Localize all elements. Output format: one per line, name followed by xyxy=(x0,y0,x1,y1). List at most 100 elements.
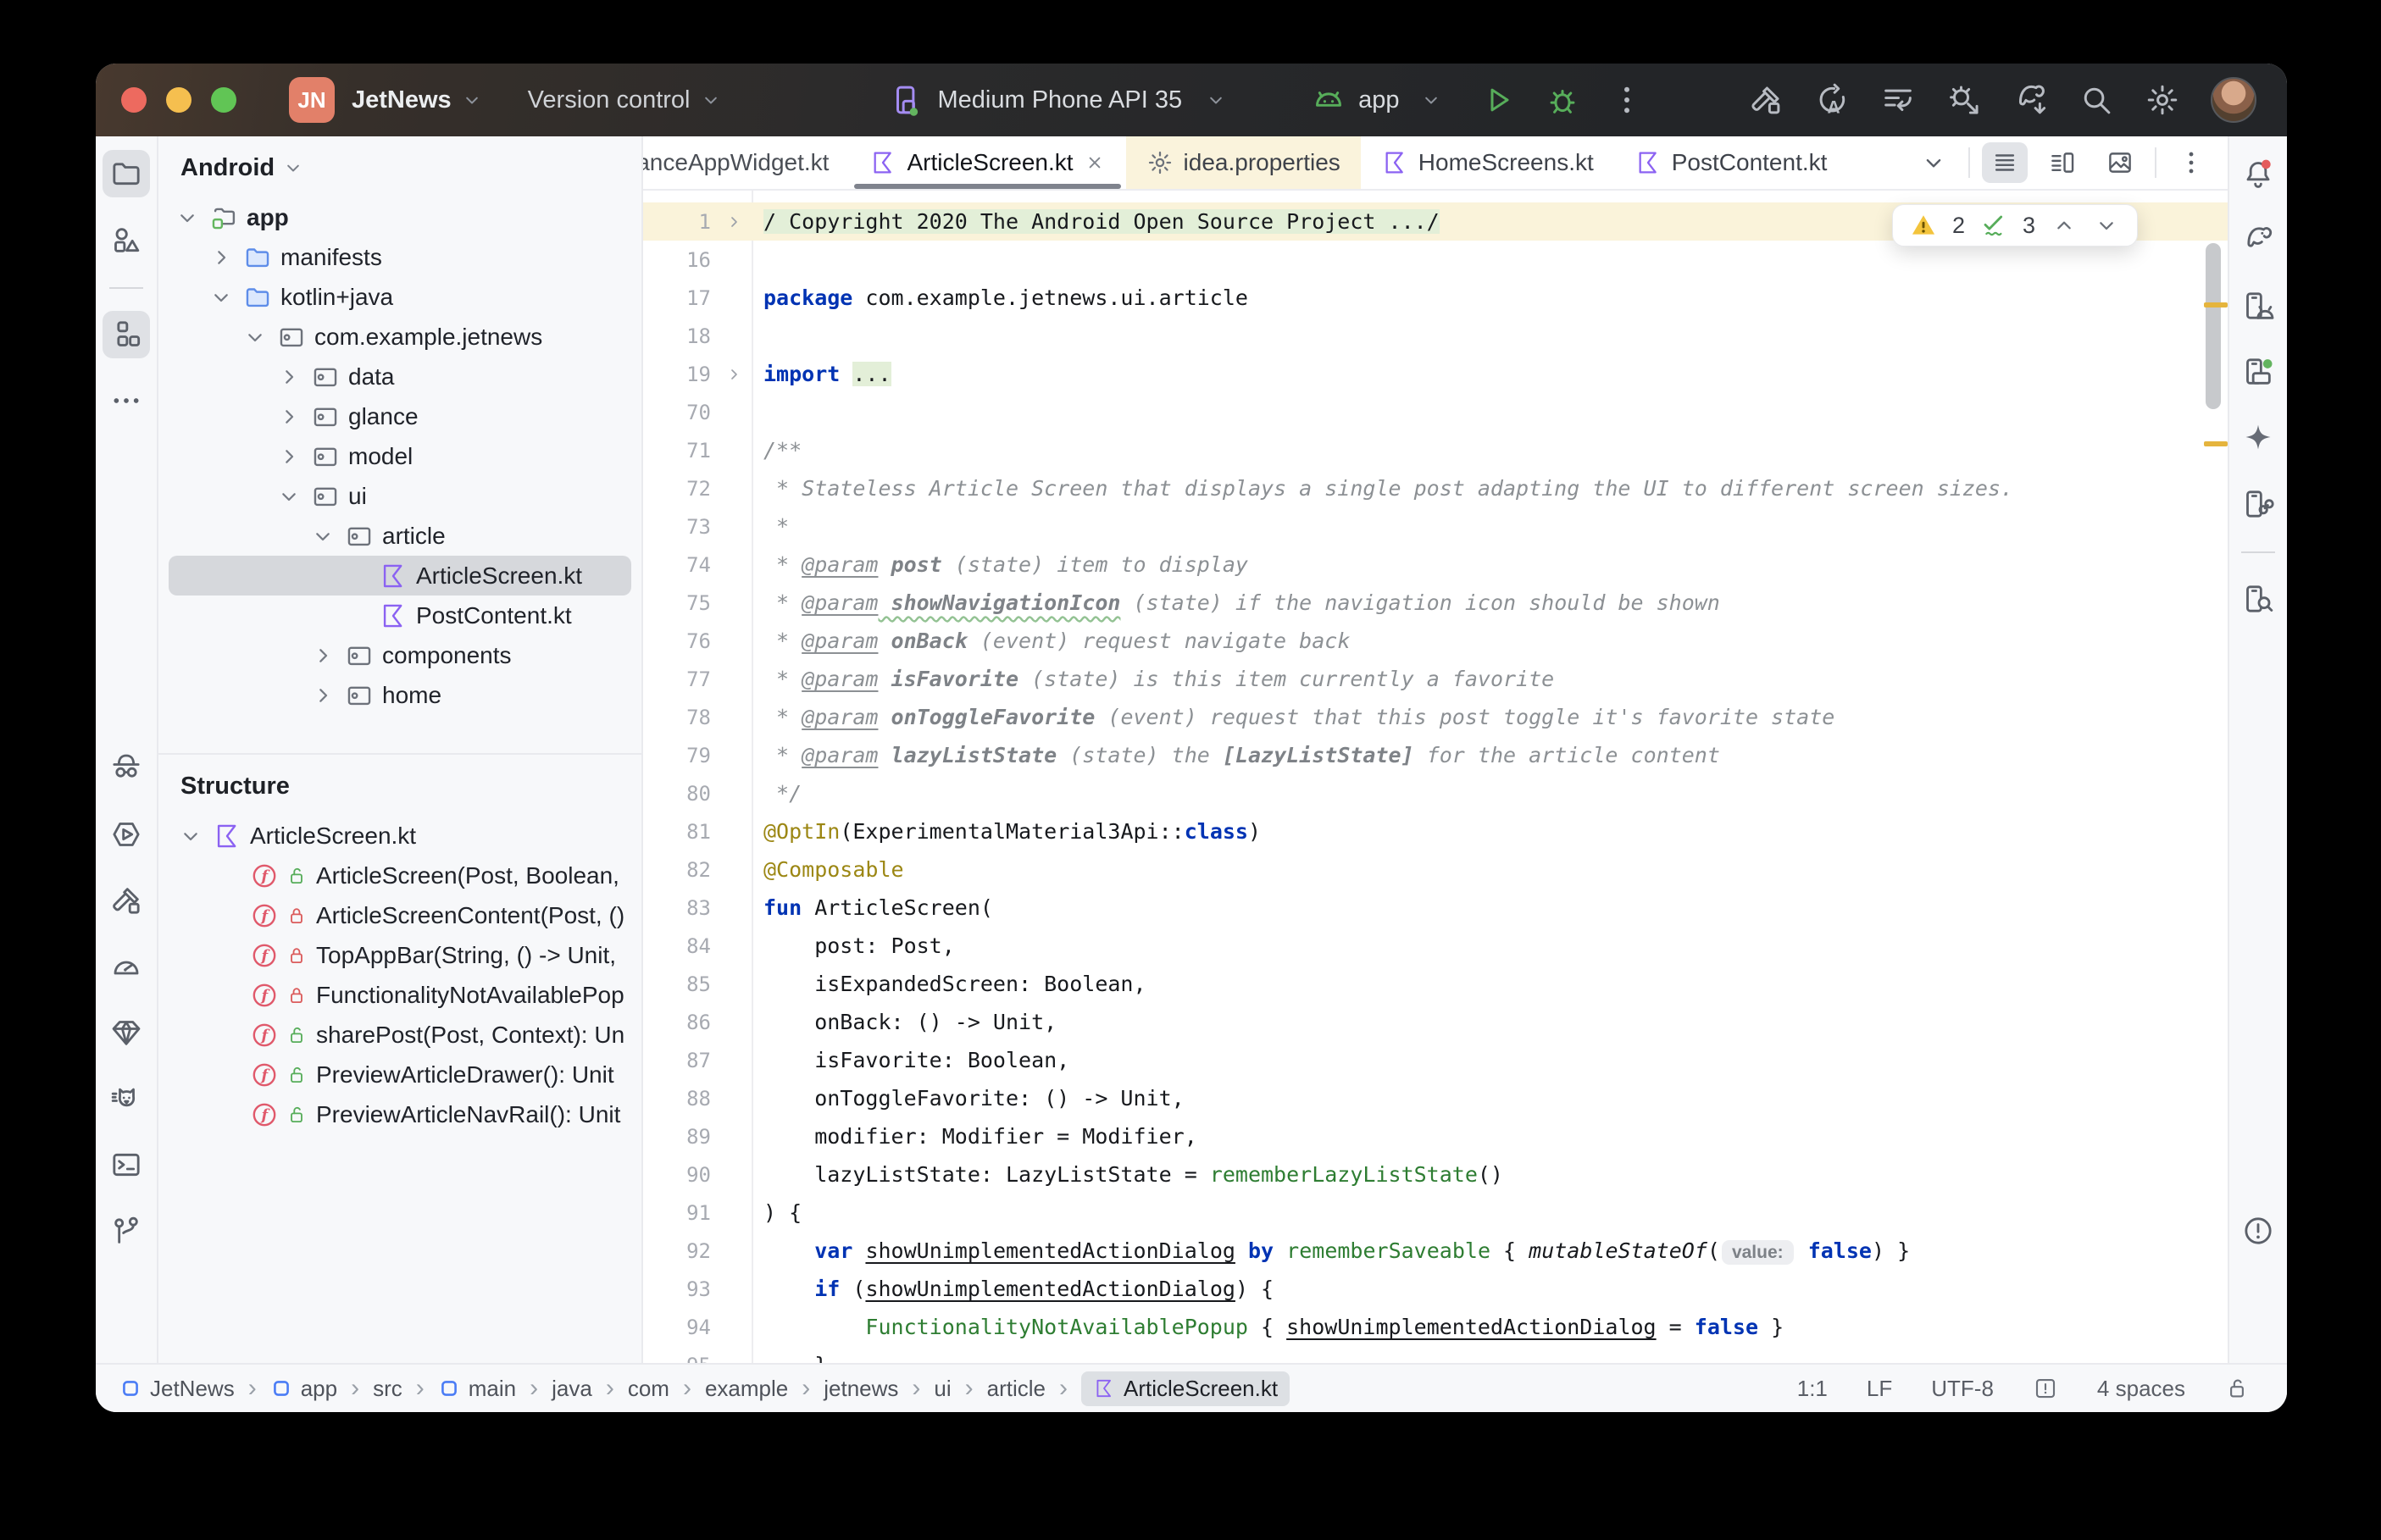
run-play-icon[interactable] xyxy=(1480,82,1516,118)
split-editor-button[interactable] xyxy=(2040,142,2085,183)
minimize-window-button[interactable] xyxy=(166,87,191,113)
close-window-button[interactable] xyxy=(121,87,147,113)
indent-setting[interactable]: 4 spaces xyxy=(2097,1376,2185,1402)
image-preview-button[interactable] xyxy=(2097,142,2143,183)
code-line-18[interactable]: 18 xyxy=(643,317,2228,355)
line-number[interactable]: 88 xyxy=(643,1087,716,1111)
diamond-tool-button[interactable] xyxy=(103,1009,150,1056)
warning-count[interactable]: 2 xyxy=(1952,213,1965,239)
code-line-84[interactable]: 84 post: Post, xyxy=(643,927,2228,965)
line-number[interactable]: 91 xyxy=(643,1201,716,1225)
chevron-right-icon[interactable] xyxy=(275,443,302,470)
tree-item-app[interactable]: app xyxy=(169,197,631,237)
line-number[interactable]: 70 xyxy=(643,401,716,424)
code-line-72[interactable]: 72 * Stateless Article Screen that displ… xyxy=(643,469,2228,507)
line-number[interactable]: 79 xyxy=(643,744,716,767)
running-devices-tool-button[interactable] xyxy=(2234,348,2282,396)
code-line-74[interactable]: 74 * @param post (state) item to display xyxy=(643,546,2228,584)
breadcrumb-item-ui[interactable]: ui xyxy=(934,1376,951,1402)
chevron-right-icon[interactable] xyxy=(309,682,336,709)
elephant-sync-icon[interactable] xyxy=(2012,82,2048,118)
warning-stripe-mark[interactable] xyxy=(2204,302,2228,307)
line-number[interactable]: 19 xyxy=(643,363,716,386)
caret-position[interactable]: 1:1 xyxy=(1797,1376,1828,1402)
code-line-79[interactable]: 79 * @param lazyListState (state) the [L… xyxy=(643,736,2228,774)
typo-count[interactable]: 3 xyxy=(2023,213,2035,239)
line-number[interactable]: 71 xyxy=(643,439,716,463)
profiler-lines-icon[interactable] xyxy=(1880,82,1916,118)
bug-arrow-icon[interactable] xyxy=(1946,82,1982,118)
code-line-76[interactable]: 76 * @param onBack (event) request navig… xyxy=(643,622,2228,660)
chevron-down-icon[interactable] xyxy=(177,823,204,850)
structure-function[interactable]: f ArticleScreenContent(Post, () xyxy=(169,895,631,935)
code-line-71[interactable]: 71 /** xyxy=(643,431,2228,469)
breadcrumb-item-main[interactable]: main xyxy=(438,1376,516,1402)
chevron-up-icon[interactable] xyxy=(2051,212,2078,239)
git-branch-tool-button[interactable] xyxy=(103,1207,150,1255)
exclamation-circle-tool-button[interactable] xyxy=(2234,1207,2282,1255)
file-encoding[interactable]: UTF-8 xyxy=(1931,1376,1994,1402)
project-view-header[interactable]: Android xyxy=(158,136,641,191)
hammer-icon[interactable] xyxy=(1748,82,1784,118)
line-number[interactable]: 1 xyxy=(643,210,716,234)
line-number[interactable]: 87 xyxy=(643,1049,716,1072)
structure-root[interactable]: ArticleScreen.kt xyxy=(169,816,631,856)
chevron-down-icon[interactable] xyxy=(241,324,269,351)
line-number[interactable]: 82 xyxy=(643,858,716,882)
line-number[interactable]: 83 xyxy=(643,896,716,920)
line-number[interactable]: 73 xyxy=(643,515,716,539)
code-line-90[interactable]: 90 lazyListState: LazyListState = rememb… xyxy=(643,1155,2228,1194)
line-number[interactable]: 95 xyxy=(643,1354,716,1364)
tab-lanceappwidget-kt[interactable]: lanceAppWidget.kt xyxy=(643,136,849,189)
line-number[interactable]: 80 xyxy=(643,782,716,806)
tree-item-article[interactable]: article xyxy=(169,516,631,556)
line-number[interactable]: 75 xyxy=(643,591,716,615)
chevron-right-icon[interactable] xyxy=(275,403,302,430)
structure-function[interactable]: f sharePost(Post, Context): Un xyxy=(169,1015,631,1055)
code-line-83[interactable]: 83 fun ArticleScreen( xyxy=(643,889,2228,927)
kebab-vertical-button[interactable] xyxy=(2168,142,2214,183)
line-number[interactable]: 84 xyxy=(643,934,716,958)
logcat-cat-tool-button[interactable] xyxy=(103,1075,150,1122)
code-line-73[interactable]: 73 * xyxy=(643,507,2228,546)
structure-function[interactable]: f FunctionalityNotAvailablePop xyxy=(169,975,631,1015)
chevron-down-icon[interactable] xyxy=(275,483,302,510)
search-icon[interactable] xyxy=(2079,82,2114,118)
breadcrumb-item-jetnews[interactable]: jetnews xyxy=(824,1376,898,1402)
structure-function[interactable]: f TopAppBar(String, () -> Unit, xyxy=(169,935,631,975)
code-line-81[interactable]: 81 @OptIn(ExperimentalMaterial3Api::class… xyxy=(643,812,2228,850)
code-line-19[interactable]: 19 import ... xyxy=(643,355,2228,393)
line-number[interactable]: 17 xyxy=(643,286,716,310)
debug-bug-icon[interactable] xyxy=(1545,82,1580,118)
breadcrumb-item-jetnews[interactable]: JetNews xyxy=(119,1376,235,1402)
chevron-right-icon[interactable] xyxy=(275,363,302,391)
breadcrumb-item-article[interactable]: article xyxy=(987,1376,1046,1402)
line-number[interactable]: 74 xyxy=(643,553,716,577)
lock-open-icon[interactable] xyxy=(2224,1376,2250,1401)
project-name[interactable]: JetNews xyxy=(352,86,452,114)
terminal-tool-button[interactable] xyxy=(103,1141,150,1188)
fold-marker-icon[interactable] xyxy=(716,212,752,232)
code-editor[interactable]: 1 / Copyright 2020 The Android Open Sourc… xyxy=(643,191,2228,1363)
tab-postcontent-kt[interactable]: PostContent.kt xyxy=(1614,136,1848,189)
maximize-window-button[interactable] xyxy=(211,87,236,113)
line-number[interactable]: 90 xyxy=(643,1163,716,1187)
code-line-70[interactable]: 70 xyxy=(643,393,2228,431)
line-number[interactable]: 86 xyxy=(643,1011,716,1034)
breadcrumb-item-java[interactable]: java xyxy=(552,1376,592,1402)
fold-marker-icon[interactable] xyxy=(716,364,752,385)
tab-homescreens-kt[interactable]: HomeScreens.kt xyxy=(1361,136,1614,189)
list-lines-button[interactable] xyxy=(1982,142,2028,183)
tree-item-model[interactable]: model xyxy=(169,436,631,476)
gauge-tool-button[interactable] xyxy=(103,943,150,990)
line-number[interactable]: 18 xyxy=(643,324,716,348)
tree-item-ui[interactable]: ui xyxy=(169,476,631,516)
line-number[interactable]: 16 xyxy=(643,248,716,272)
code-line-78[interactable]: 78 * @param onToggleFavorite (event) req… xyxy=(643,698,2228,736)
device-selector[interactable]: Medium Phone API 35 xyxy=(889,82,1229,118)
warning-stripe-mark[interactable] xyxy=(2204,441,2228,446)
tree-item-manifests[interactable]: manifests xyxy=(169,237,631,277)
line-number[interactable]: 72 xyxy=(643,477,716,501)
tab-idea-properties[interactable]: idea.properties xyxy=(1125,136,1361,189)
device-explorer-tool-button[interactable] xyxy=(2234,575,2282,623)
